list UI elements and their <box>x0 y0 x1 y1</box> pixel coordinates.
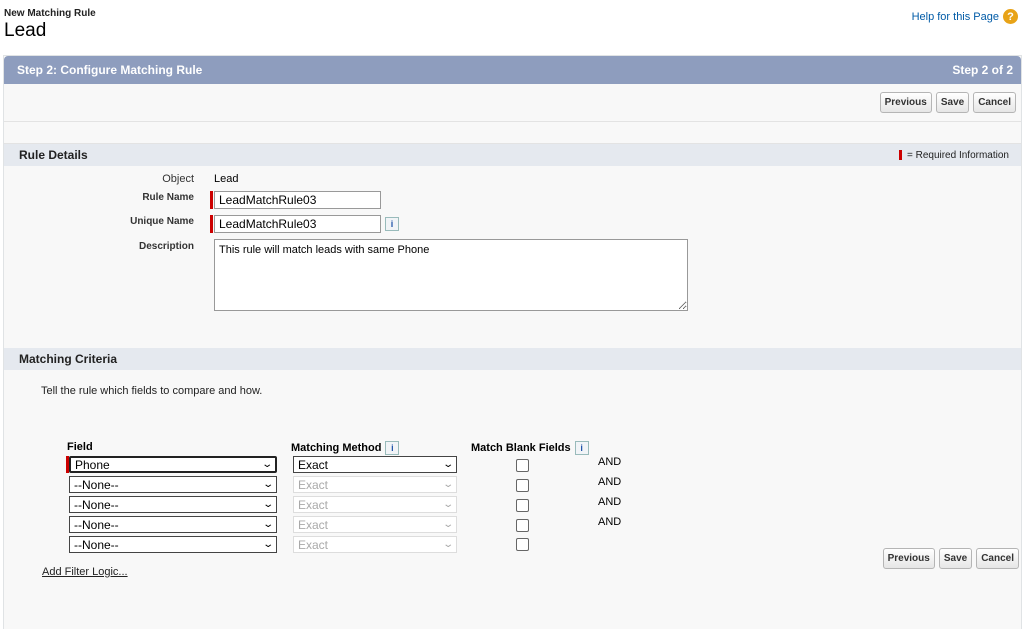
page-subtitle: New Matching Rule <box>4 8 96 19</box>
chevron-down-icon: ⌄ <box>441 479 454 490</box>
field-select[interactable]: --None-- ⌄ <box>69 476 277 493</box>
match-blank-checkbox[interactable] <box>516 519 529 532</box>
field-select[interactable]: --None-- ⌄ <box>69 536 277 553</box>
logic-and-label: AND <box>598 516 622 528</box>
field-select-value: --None-- <box>74 517 119 532</box>
chevron-down-icon: ⌄ <box>261 519 274 530</box>
match-blank-checkbox[interactable] <box>516 499 529 512</box>
info-icon[interactable]: i <box>574 441 589 455</box>
chevron-down-icon: ⌄ <box>261 499 274 510</box>
rule-name-input[interactable] <box>214 191 381 209</box>
required-legend: = Required Information <box>898 149 1009 161</box>
field-column-label: Field <box>67 441 93 453</box>
add-filter-logic-link[interactable]: Add Filter Logic... <box>42 566 128 578</box>
cancel-button[interactable]: Cancel <box>976 548 1019 569</box>
method-select-value: Exact <box>298 537 329 552</box>
unique-name-input[interactable] <box>214 215 381 233</box>
criteria-intro-text: Tell the rule which fields to compare an… <box>41 385 263 397</box>
field-select-value: --None-- <box>74 537 119 552</box>
chevron-down-icon: ⌄ <box>261 539 274 550</box>
blank-column-header: Match Blank Fields i <box>471 441 589 455</box>
top-button-row: Previous Save Cancel <box>4 84 1021 122</box>
rule-details-heading: Rule Details <box>19 148 88 162</box>
method-select-value: Exact <box>298 477 329 492</box>
chevron-down-icon: ⌄ <box>441 539 454 550</box>
step-counter: Step 2 of 2 <box>952 63 1013 77</box>
page-header: New Matching Rule Lead <box>4 8 96 42</box>
required-legend-text: = Required Information <box>906 149 1009 161</box>
field-column-header: Field <box>67 441 93 453</box>
wizard-panel: Step 2: Configure Matching Rule Step 2 o… <box>3 55 1022 629</box>
method-select-value: Exact <box>298 497 329 512</box>
field-select[interactable]: --None-- ⌄ <box>69 496 277 513</box>
previous-button[interactable]: Previous <box>882 548 935 569</box>
rule-details-header: Rule Details = Required Information <box>4 144 1021 166</box>
spacer-row <box>4 122 1021 144</box>
rule-name-label: Rule Name <box>142 192 194 203</box>
step-bar: Step 2: Configure Matching Rule Step 2 o… <box>4 56 1021 84</box>
field-select-value: Phone <box>75 457 110 472</box>
matching-criteria-heading: Matching Criteria <box>19 352 118 366</box>
field-select[interactable]: Phone ⌄ <box>69 456 277 473</box>
blank-column-label: Match Blank Fields <box>471 442 571 454</box>
description-textarea[interactable]: This rule will match leads with same Pho… <box>214 239 688 311</box>
help-link[interactable]: Help for this Page ? <box>912 9 1018 24</box>
save-button[interactable]: Save <box>938 548 973 569</box>
description-label: Description <box>138 241 194 252</box>
matching-criteria-header: Matching Criteria <box>4 348 1021 370</box>
save-button[interactable]: Save <box>935 92 970 113</box>
logic-and-label: AND <box>598 456 622 468</box>
match-blank-checkbox[interactable] <box>516 479 529 492</box>
previous-button[interactable]: Previous <box>879 92 932 113</box>
chevron-down-icon: ⌄ <box>261 479 274 490</box>
method-select-value: Exact <box>298 517 329 532</box>
required-marker-icon <box>210 215 213 233</box>
method-select: Exact ⌄ <box>293 536 457 553</box>
help-icon[interactable]: ? <box>1003 9 1018 24</box>
chevron-down-icon: ⌄ <box>441 459 454 470</box>
chevron-down-icon: ⌄ <box>441 519 454 530</box>
logic-and-label: AND <box>598 496 622 508</box>
method-select: Exact ⌄ <box>293 496 457 513</box>
method-column-header: Matching Method i <box>291 441 400 455</box>
method-select-value: Exact <box>298 457 329 472</box>
field-select-value: --None-- <box>74 497 119 512</box>
object-value: Lead <box>214 173 239 185</box>
match-blank-checkbox[interactable] <box>516 459 529 472</box>
bottom-button-row: Previous Save Cancel <box>882 548 1019 569</box>
field-select-value: --None-- <box>74 477 119 492</box>
cancel-button[interactable]: Cancel <box>973 92 1016 113</box>
method-select: Exact ⌄ <box>293 476 457 493</box>
logic-and-label: AND <box>598 476 622 488</box>
method-select[interactable]: Exact ⌄ <box>293 456 457 473</box>
unique-name-label: Unique Name <box>130 216 194 227</box>
object-label: Object <box>162 173 194 185</box>
chevron-down-icon: ⌄ <box>260 459 273 470</box>
page-title: Lead <box>4 20 47 41</box>
required-marker-icon <box>210 191 213 209</box>
info-icon[interactable]: i <box>385 441 400 455</box>
help-link-label[interactable]: Help for this Page <box>912 11 999 23</box>
rule-details-body: Object Lead Rule Name Unique Name i Desc… <box>4 166 1021 348</box>
unique-name-field: i <box>210 215 399 233</box>
info-icon[interactable]: i <box>385 217 399 231</box>
chevron-down-icon: ⌄ <box>441 499 454 510</box>
field-select[interactable]: --None-- ⌄ <box>69 516 277 533</box>
rule-name-field <box>210 191 381 209</box>
step-title: Step 2: Configure Matching Rule <box>17 63 203 77</box>
matching-criteria-body: Tell the rule which fields to compare an… <box>4 370 1021 592</box>
method-select: Exact ⌄ <box>293 516 457 533</box>
match-blank-checkbox[interactable] <box>516 538 529 551</box>
method-column-label: Matching Method <box>291 442 382 454</box>
required-marker-icon <box>898 150 902 160</box>
